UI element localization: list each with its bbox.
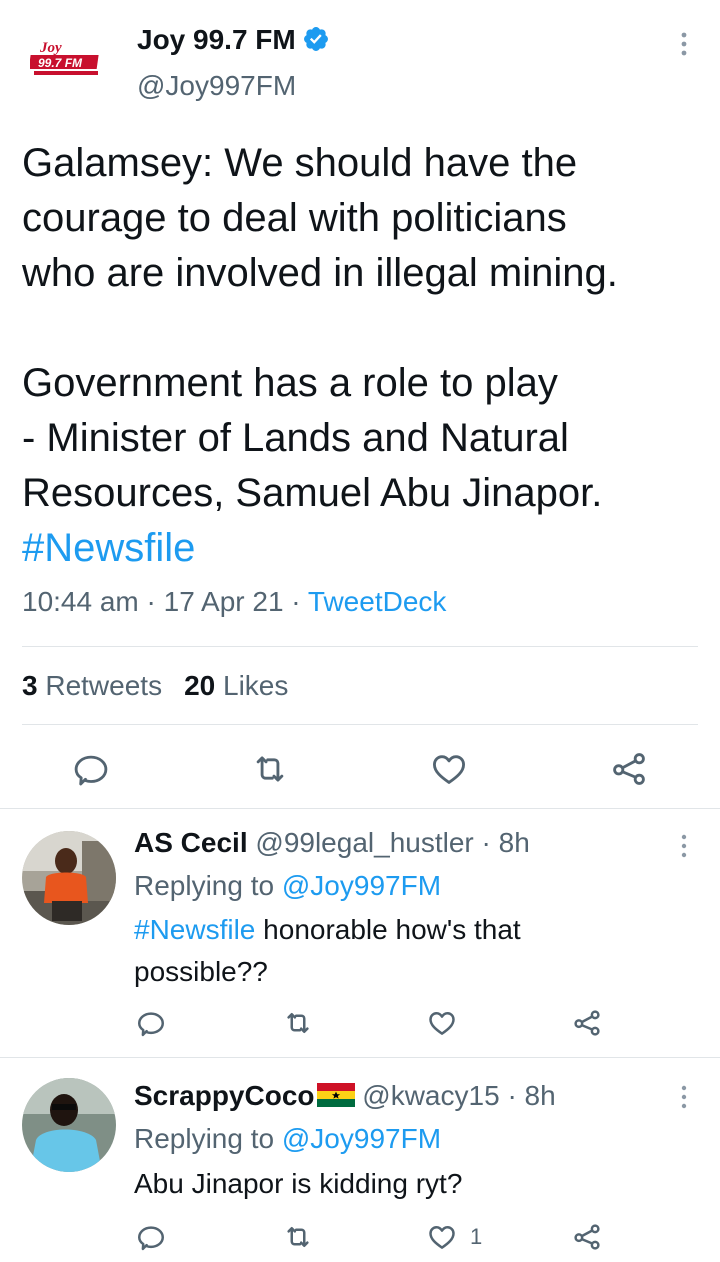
mention-link[interactable]: @Joy997FM (282, 1123, 441, 1154)
meta-separator: · (146, 586, 156, 617)
tweet-line: courage to deal with politicians (22, 196, 567, 240)
reply-text-line: honorable how's that (263, 914, 521, 945)
svg-text:99.7 FM: 99.7 FM (38, 56, 83, 70)
tweet-line: who are involved in illegal mining. (22, 251, 618, 295)
reply-author-handle[interactable]: @99legal_hustler (255, 827, 473, 858)
meta-separator: · (291, 586, 301, 617)
tweet-stats: 3 Retweets 20 Likes (22, 670, 288, 702)
reply-time: 8h (498, 827, 530, 858)
retweets-count: 3 (22, 670, 38, 701)
share-icon[interactable] (572, 1222, 602, 1257)
retweet-icon[interactable] (282, 1008, 314, 1043)
share-icon[interactable] (572, 1008, 602, 1043)
reply-text-line: possible?? (134, 956, 268, 987)
like-icon[interactable] (427, 1222, 457, 1257)
likes-stat[interactable]: 20 Likes (184, 670, 288, 701)
like-icon[interactable] (430, 750, 468, 793)
meta-separator: · (507, 1080, 517, 1111)
tweet-meta: 10:44 am · 17 Apr 21 · TweetDeck (22, 586, 446, 618)
tweet-source-link[interactable]: TweetDeck (308, 586, 447, 617)
reply-header: ScrappyCoco @kwacy15 · 8h (134, 1080, 556, 1112)
more-options-icon[interactable] (674, 833, 694, 859)
joy-fm-logo[interactable]: Joy 99.7 FM (28, 38, 104, 80)
meta-separator: · (481, 827, 491, 858)
reply-tweet[interactable]: AS Cecil @99legal_hustler · 8h Replying … (0, 809, 720, 1057)
tweet-date: 17 Apr 21 (163, 586, 284, 617)
retweet-icon[interactable] (250, 750, 290, 793)
replying-to: Replying to @Joy997FM (134, 870, 441, 902)
reply-tweet[interactable]: ScrappyCoco @kwacy15 · 8h Replying to @J… (0, 1058, 720, 1262)
reply-icon[interactable] (136, 1008, 166, 1043)
tweet-time: 10:44 am (22, 586, 139, 617)
hashtag-link[interactable]: #Newsfile (134, 914, 255, 945)
divider (22, 646, 698, 647)
reply-author-name[interactable]: ScrappyCoco (134, 1080, 315, 1111)
reply-text-line: Abu Jinapor is kidding ryt? (134, 1168, 463, 1199)
tweet-line: Galamsey: We should have the (22, 141, 578, 185)
reply-text: #Newsfile honorable how's that possible?… (134, 909, 521, 993)
retweets-label: Retweets (45, 670, 163, 701)
reply-text: Abu Jinapor is kidding ryt? (134, 1163, 462, 1205)
tweet-line: Government has a role to play (22, 361, 558, 405)
replying-to: Replying to @Joy997FM (134, 1123, 441, 1155)
reply-header: AS Cecil @99legal_hustler · 8h (134, 827, 530, 859)
reply-author-name[interactable]: AS Cecil (134, 827, 248, 858)
like-icon[interactable] (427, 1008, 457, 1043)
verified-badge-icon (302, 25, 330, 53)
author-name-text[interactable]: Joy 99.7 FM (137, 24, 296, 55)
like-count: 1 (470, 1224, 483, 1249)
reply-icon[interactable] (136, 1222, 166, 1257)
mention-link[interactable]: @Joy997FM (282, 870, 441, 901)
retweet-icon[interactable] (282, 1222, 314, 1257)
reply-author-handle[interactable]: @kwacy15 (362, 1080, 499, 1111)
author-name[interactable]: Joy 99.7 FM (137, 24, 330, 56)
hashtag-link[interactable]: #Newsfile (22, 526, 195, 570)
reply-time: 8h (524, 1080, 556, 1111)
replying-label: Replying to (134, 1123, 275, 1154)
tweet-line: Resources, Samuel Abu Jinapor. (22, 471, 603, 515)
author-handle[interactable]: @Joy997FM (137, 70, 296, 102)
likes-count: 20 (184, 670, 216, 701)
share-icon[interactable] (610, 750, 648, 793)
retweets-stat[interactable]: 3 Retweets (22, 670, 162, 701)
replying-label: Replying to (134, 870, 275, 901)
reply-icon[interactable] (72, 750, 110, 793)
more-options-icon[interactable] (674, 1084, 694, 1110)
avatar[interactable] (22, 831, 116, 925)
likes-label: Likes (223, 670, 289, 701)
svg-text:Joy: Joy (39, 40, 62, 56)
divider (22, 724, 698, 725)
tweet-line: - Minister of Lands and Natural (22, 416, 569, 460)
avatar[interactable] (22, 1078, 116, 1172)
ghana-flag-icon (316, 1082, 355, 1107)
main-tweet: Joy 99.7 FM Joy 99.7 FM @Joy997FM Galams… (0, 0, 720, 808)
tweet-text: Galamsey: We should have the courage to … (22, 136, 702, 576)
more-options-icon[interactable] (672, 30, 696, 58)
